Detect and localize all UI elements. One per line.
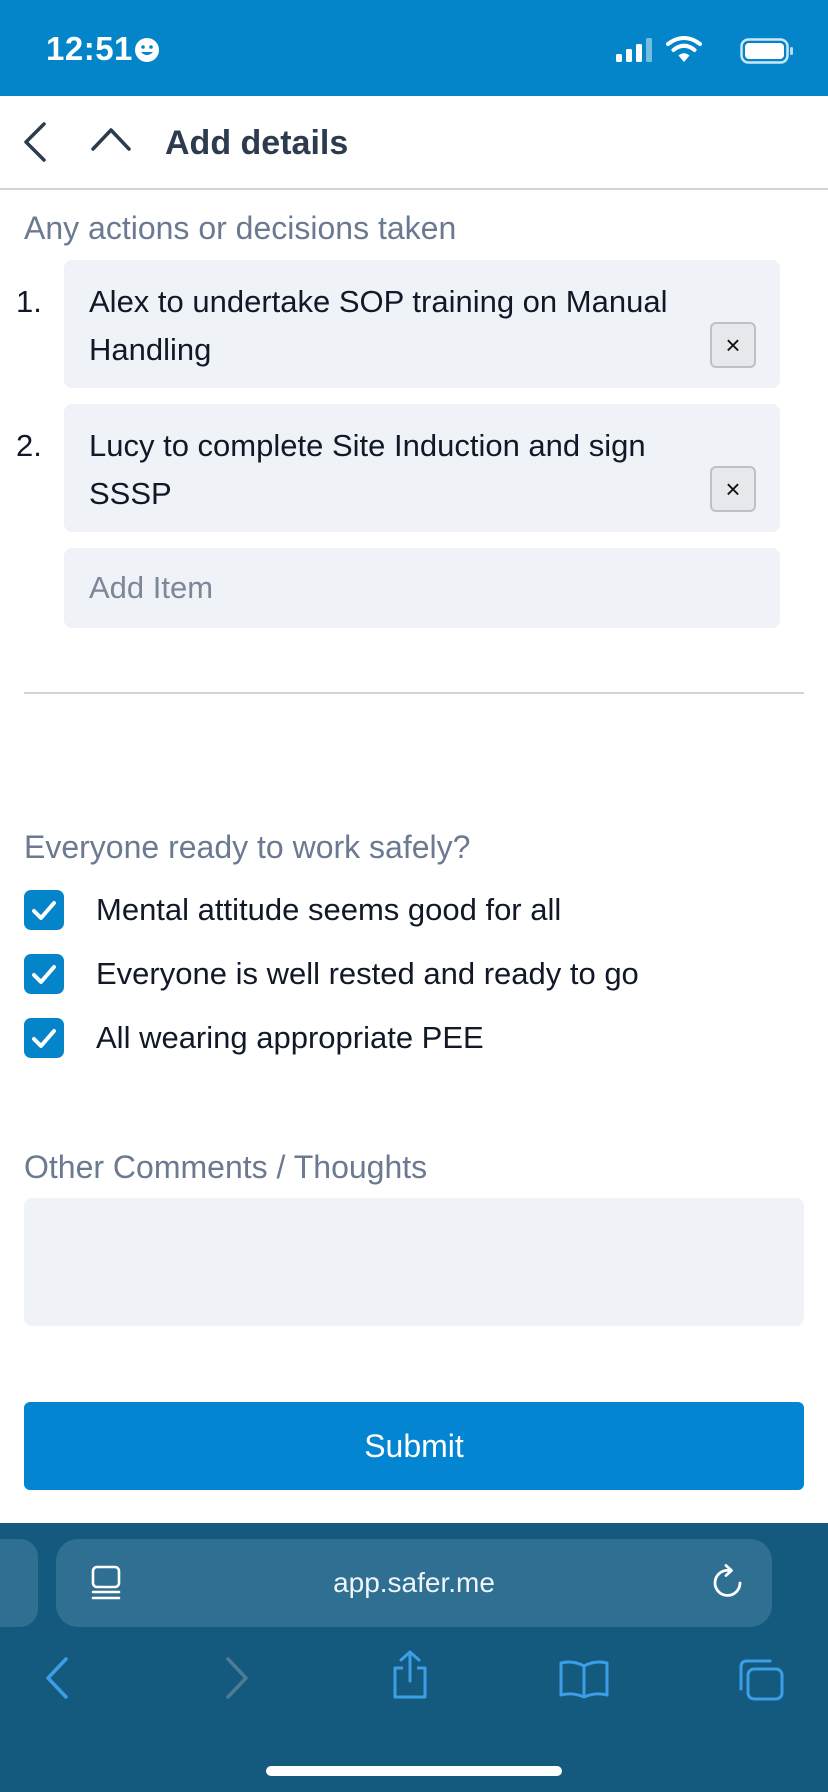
add-item-input[interactable] [64, 548, 780, 628]
checkbox[interactable] [24, 954, 64, 994]
tabs-icon[interactable] [736, 1657, 786, 1703]
checkbox-label[interactable]: All wearing appropriate PEE [96, 1020, 484, 1056]
item-number: 1. [16, 284, 42, 319]
header: Add details [0, 96, 828, 190]
comments-input[interactable] [24, 1198, 804, 1326]
cellular-signal-icon [616, 38, 652, 62]
checkbox-label[interactable]: Everyone is well rested and ready to go [96, 956, 639, 992]
smiley-icon [135, 38, 159, 62]
back-arrow-icon[interactable] [42, 1655, 72, 1701]
checkbox[interactable] [24, 890, 64, 930]
remove-item-button[interactable]: × [710, 466, 756, 512]
address-bar[interactable]: app.safer.me [56, 1539, 772, 1627]
divider [24, 692, 804, 694]
action-item[interactable]: Alex to undertake SOP training on Manual… [64, 260, 780, 388]
checkmark-icon [32, 1029, 56, 1048]
previous-tab-peek[interactable] [0, 1539, 38, 1627]
item-number: 2. [16, 428, 42, 463]
actions-label: Any actions or decisions taken [24, 210, 457, 246]
submit-button[interactable]: Submit [24, 1402, 804, 1490]
home-indicator [266, 1766, 562, 1776]
close-icon: × [725, 473, 741, 504]
checkmark-icon [32, 965, 56, 984]
forward-arrow-icon[interactable] [222, 1655, 252, 1701]
status-time: 12:51 [46, 30, 133, 67]
url-text[interactable]: app.safer.me [56, 1567, 772, 1599]
browser-toolbar: app.safer.me [0, 1523, 828, 1792]
action-item-text[interactable]: Lucy to complete Site Induction and sign… [89, 422, 689, 518]
battery-icon [740, 38, 793, 64]
readiness-label: Everyone ready to work safely? [24, 829, 471, 865]
remove-item-button[interactable]: × [710, 322, 756, 368]
checkbox-label[interactable]: Mental attitude seems good for all [96, 892, 561, 928]
action-item-text[interactable]: Alex to undertake SOP training on Manual… [89, 278, 689, 374]
close-icon: × [725, 329, 741, 360]
page-title: Add details [165, 124, 349, 162]
action-item[interactable]: Lucy to complete Site Induction and sign… [64, 404, 780, 532]
back-chevron-icon[interactable] [20, 120, 50, 164]
checkmark-icon [32, 901, 56, 920]
share-icon[interactable] [388, 1649, 432, 1701]
comments-label: Other Comments / Thoughts [24, 1149, 428, 1185]
chevron-up-icon[interactable] [90, 124, 132, 154]
wifi-icon [666, 36, 702, 62]
status-bar: 12:51 [0, 0, 828, 96]
bookmarks-icon[interactable] [558, 1659, 610, 1699]
reload-icon[interactable] [710, 1563, 746, 1601]
checkbox[interactable] [24, 1018, 64, 1058]
